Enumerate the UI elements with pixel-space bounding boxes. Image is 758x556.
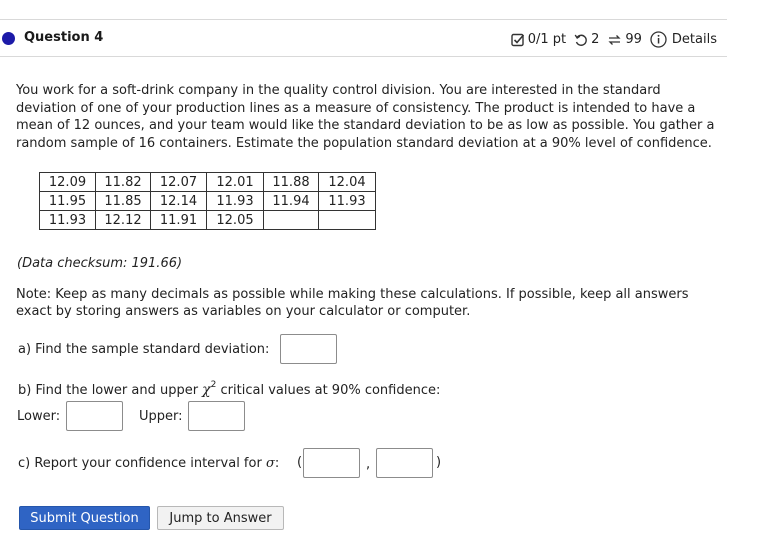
table-cell: 12.05 bbox=[206, 210, 264, 230]
table-cell: 11.93 bbox=[206, 191, 264, 211]
upper-label: Upper: bbox=[139, 409, 183, 424]
table-cell: 11.88 bbox=[263, 172, 319, 192]
table-cell: 11.82 bbox=[95, 172, 151, 192]
part-a-label: a) Find the sample standard deviation: bbox=[18, 342, 270, 357]
table-row: 11.93 12.12 11.91 12.05 bbox=[39, 210, 376, 230]
part-c-label: c) Report your confidence interval for σ… bbox=[18, 456, 279, 471]
jump-to-answer-button[interactable]: Jump to Answer bbox=[157, 506, 284, 530]
interval-lower-input[interactable] bbox=[303, 448, 360, 478]
prompt-text: You work for a soft-drink company in the… bbox=[16, 83, 715, 151]
table-cell: 11.95 bbox=[39, 191, 96, 211]
question-header: Question 4 0/1 pt 2 99 Details bbox=[0, 20, 727, 56]
header-divider bbox=[0, 56, 727, 57]
sample-std-input[interactable] bbox=[280, 334, 337, 364]
question-title: Question 4 bbox=[24, 30, 104, 45]
question-status-dot bbox=[2, 32, 15, 45]
chi-symbol: χ bbox=[202, 382, 211, 398]
table-cell bbox=[318, 210, 376, 230]
checkbox-icon bbox=[510, 33, 525, 47]
table-cell: 11.93 bbox=[39, 210, 96, 230]
data-checksum: (Data checksum: 191.66) bbox=[17, 256, 183, 271]
attempts-icon bbox=[607, 33, 622, 47]
lower-label: Lower: bbox=[17, 409, 61, 424]
part-c-text-after: : bbox=[274, 456, 280, 471]
table-cell: 11.85 bbox=[95, 191, 151, 211]
question-meta: 0/1 pt 2 99 Details bbox=[510, 31, 717, 48]
info-icon bbox=[650, 31, 667, 48]
table-cell: 12.01 bbox=[206, 172, 264, 192]
data-table: 12.09 11.82 12.07 12.01 11.88 12.04 11.9… bbox=[39, 172, 376, 230]
table-cell: 11.93 bbox=[318, 191, 376, 211]
table-cell: 12.09 bbox=[39, 172, 96, 192]
upper-critical-input[interactable] bbox=[188, 401, 245, 431]
part-b-text-after: critical values at 90% confidence: bbox=[216, 383, 441, 398]
table-row: 11.95 11.85 12.14 11.93 11.94 11.93 bbox=[39, 191, 376, 211]
part-b-label: b) Find the lower and upper χ2 critical … bbox=[18, 380, 441, 398]
details-button[interactable]: Details bbox=[650, 31, 717, 48]
part-b-text-before: b) Find the lower and upper bbox=[18, 383, 203, 398]
submit-question-button[interactable]: Submit Question bbox=[19, 506, 150, 530]
retries-count: 2 bbox=[591, 32, 600, 47]
details-label: Details bbox=[671, 32, 717, 47]
chi-exponent: 2 bbox=[210, 380, 217, 390]
calculation-note: Note: Keep as many decimals as possible … bbox=[16, 287, 689, 319]
table-cell: 11.91 bbox=[150, 210, 207, 230]
question-prompt: You work for a soft-drink company in the… bbox=[16, 82, 716, 152]
table-cell: 12.07 bbox=[150, 172, 207, 192]
retry-icon bbox=[574, 33, 588, 47]
attempts-count: 99 bbox=[625, 32, 642, 47]
interval-comma: , bbox=[366, 457, 371, 472]
table-cell: 12.14 bbox=[150, 191, 207, 211]
score-text: 0/1 pt bbox=[527, 32, 567, 47]
sigma-symbol: σ bbox=[265, 456, 275, 471]
table-row: 12.09 11.82 12.07 12.01 11.88 12.04 bbox=[39, 172, 376, 192]
close-paren: ) bbox=[436, 455, 442, 470]
interval-upper-input[interactable] bbox=[376, 448, 433, 478]
part-c-text-before: c) Report your confidence interval for bbox=[18, 456, 266, 471]
table-cell bbox=[263, 210, 319, 230]
open-paren: ( bbox=[297, 455, 303, 470]
table-cell: 11.94 bbox=[263, 191, 319, 211]
lower-critical-input[interactable] bbox=[66, 401, 123, 431]
table-cell: 12.04 bbox=[318, 172, 376, 192]
table-cell: 12.12 bbox=[95, 210, 151, 230]
